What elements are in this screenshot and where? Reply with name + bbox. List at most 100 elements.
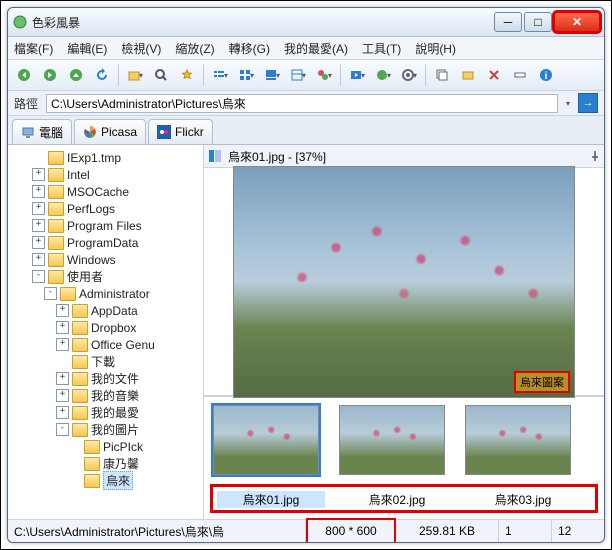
move-button[interactable] bbox=[456, 63, 480, 87]
preview-pane-icon[interactable] bbox=[208, 149, 222, 163]
nav-back-button[interactable] bbox=[12, 63, 36, 87]
expand-icon[interactable]: + bbox=[56, 406, 69, 419]
thumb-caption[interactable]: 烏來02.jpg bbox=[343, 491, 451, 508]
slideshow-button[interactable]: ▾ bbox=[345, 63, 369, 87]
path-dropdown-icon[interactable]: ▾ bbox=[566, 99, 570, 108]
folder-icon bbox=[48, 168, 64, 182]
info-button[interactable]: i bbox=[534, 63, 558, 87]
thumbnail-item[interactable] bbox=[464, 405, 572, 475]
tree-node[interactable]: +PerfLogs bbox=[8, 200, 203, 217]
thumbnail-item[interactable] bbox=[338, 405, 446, 475]
minimize-button[interactable]: ─ bbox=[494, 12, 522, 32]
tree-node[interactable]: 烏來 bbox=[8, 472, 203, 489]
menu-help[interactable]: 說明(H) bbox=[415, 40, 456, 57]
tree-label: AppData bbox=[91, 304, 138, 318]
tab-picasa[interactable]: Picasa bbox=[74, 119, 146, 144]
preview-image[interactable]: 烏來圖案 bbox=[233, 166, 575, 398]
expand-icon[interactable]: + bbox=[32, 253, 45, 266]
go-button[interactable]: → bbox=[578, 93, 598, 113]
menu-view[interactable]: 檢視(V) bbox=[121, 40, 161, 57]
expand-icon[interactable]: + bbox=[32, 168, 45, 181]
tools-button[interactable]: ▾ bbox=[397, 63, 421, 87]
tree-node[interactable]: +我的文件 bbox=[8, 370, 203, 387]
menu-tools[interactable]: 工具(T) bbox=[362, 40, 401, 57]
favorites-button[interactable] bbox=[175, 63, 199, 87]
preview-pin-icon[interactable] bbox=[590, 151, 600, 161]
filter-button[interactable]: ▾ bbox=[312, 63, 336, 87]
rename-button[interactable] bbox=[508, 63, 532, 87]
thumb-image bbox=[213, 405, 319, 475]
tree-node[interactable]: 下載 bbox=[8, 353, 203, 370]
sort-button[interactable]: ▾ bbox=[286, 63, 310, 87]
expand-icon[interactable]: + bbox=[32, 185, 45, 198]
menu-file[interactable]: 檔案(F) bbox=[14, 40, 53, 57]
tree-node[interactable]: -Administrator bbox=[8, 285, 203, 302]
expand-icon[interactable]: + bbox=[56, 304, 69, 317]
menu-zoom[interactable]: 縮放(Z) bbox=[175, 40, 214, 57]
preview-caption: 烏來01.jpg - [37%] bbox=[228, 148, 584, 165]
delete-button[interactable] bbox=[482, 63, 506, 87]
folder-icon bbox=[48, 185, 64, 199]
path-input[interactable] bbox=[46, 94, 558, 113]
tree-node[interactable]: +Intel bbox=[8, 166, 203, 183]
history-button[interactable]: ▾ bbox=[123, 63, 147, 87]
tree-node[interactable]: -使用者 bbox=[8, 268, 203, 285]
tree-label: Office Genu bbox=[91, 338, 155, 352]
expand-icon[interactable]: + bbox=[32, 219, 45, 232]
tab-flickr[interactable]: Flickr bbox=[148, 119, 213, 144]
status-index: 1 bbox=[499, 520, 552, 542]
nav-forward-button[interactable] bbox=[38, 63, 62, 87]
tree-node[interactable]: + AppData bbox=[8, 302, 203, 319]
folder-icon bbox=[72, 304, 88, 318]
view-preview-button[interactable]: ▾ bbox=[260, 63, 284, 87]
expand-icon[interactable]: + bbox=[56, 338, 69, 351]
tree-node[interactable]: +ProgramData bbox=[8, 234, 203, 251]
folder-tree[interactable]: IExp1.tmp+Intel+MSOCache+PerfLogs+Progra… bbox=[8, 145, 204, 519]
folder-icon bbox=[72, 372, 88, 386]
tree-node[interactable]: IExp1.tmp bbox=[8, 149, 203, 166]
view-thumb-button[interactable]: ▾ bbox=[234, 63, 258, 87]
tab-label: Flickr bbox=[175, 125, 204, 139]
search-button[interactable] bbox=[149, 63, 173, 87]
expand-icon[interactable]: + bbox=[56, 389, 69, 402]
thumb-captions-highlight: 烏來01.jpg 烏來02.jpg 烏來03.jpg bbox=[210, 484, 598, 513]
expand-icon[interactable]: + bbox=[56, 372, 69, 385]
watermark-overlay: 烏來圖案 bbox=[514, 371, 570, 393]
menu-edit[interactable]: 編輯(E) bbox=[67, 40, 107, 57]
menu-favorites[interactable]: 我的最愛(A) bbox=[284, 40, 348, 57]
tree-node[interactable]: +MSOCache bbox=[8, 183, 203, 200]
tab-label: 電腦 bbox=[39, 124, 63, 141]
copy-button[interactable] bbox=[430, 63, 454, 87]
refresh-button[interactable] bbox=[90, 63, 114, 87]
close-button[interactable]: ✕ bbox=[554, 12, 600, 32]
nav-up-button[interactable] bbox=[64, 63, 88, 87]
tree-node[interactable]: +我的音樂 bbox=[8, 387, 203, 404]
tree-node[interactable]: + Office Genu bbox=[8, 336, 203, 353]
thumb-caption[interactable]: 烏來01.jpg bbox=[217, 491, 325, 508]
menubar: 檔案(F) 編輯(E) 檢視(V) 縮放(Z) 轉移(G) 我的最愛(A) 工具… bbox=[8, 37, 604, 60]
expand-icon[interactable]: - bbox=[56, 423, 69, 436]
tree-node[interactable]: +Dropbox bbox=[8, 319, 203, 336]
view-list-button[interactable]: ▾ bbox=[208, 63, 232, 87]
tree-node[interactable]: 康乃馨 bbox=[8, 455, 203, 472]
expand-icon[interactable]: + bbox=[32, 202, 45, 215]
expand-icon[interactable]: + bbox=[32, 236, 45, 249]
tree-label: 烏來 bbox=[103, 471, 133, 490]
expand-icon[interactable]: - bbox=[32, 270, 45, 283]
thumbnail-item[interactable] bbox=[212, 405, 320, 475]
tab-computer[interactable]: 電腦 bbox=[12, 119, 72, 144]
tree-node[interactable]: -我的圖片 bbox=[8, 421, 203, 438]
tree-node[interactable]: +我的最愛 bbox=[8, 404, 203, 421]
thumb-caption[interactable]: 烏來03.jpg bbox=[469, 491, 577, 508]
thumb-image bbox=[339, 405, 445, 475]
tree-node[interactable]: PicPIck bbox=[8, 438, 203, 455]
expand-icon[interactable]: - bbox=[44, 287, 57, 300]
expand-icon[interactable]: + bbox=[56, 321, 69, 334]
status-size: 259.81 KB bbox=[396, 520, 499, 542]
tree-node[interactable]: +Windows bbox=[8, 251, 203, 268]
tree-label: PicPIck bbox=[103, 440, 143, 454]
maximize-button[interactable]: □ bbox=[524, 12, 552, 32]
convert-button[interactable]: ▾ bbox=[371, 63, 395, 87]
tree-node[interactable]: +Program Files bbox=[8, 217, 203, 234]
menu-transfer[interactable]: 轉移(G) bbox=[229, 40, 270, 57]
